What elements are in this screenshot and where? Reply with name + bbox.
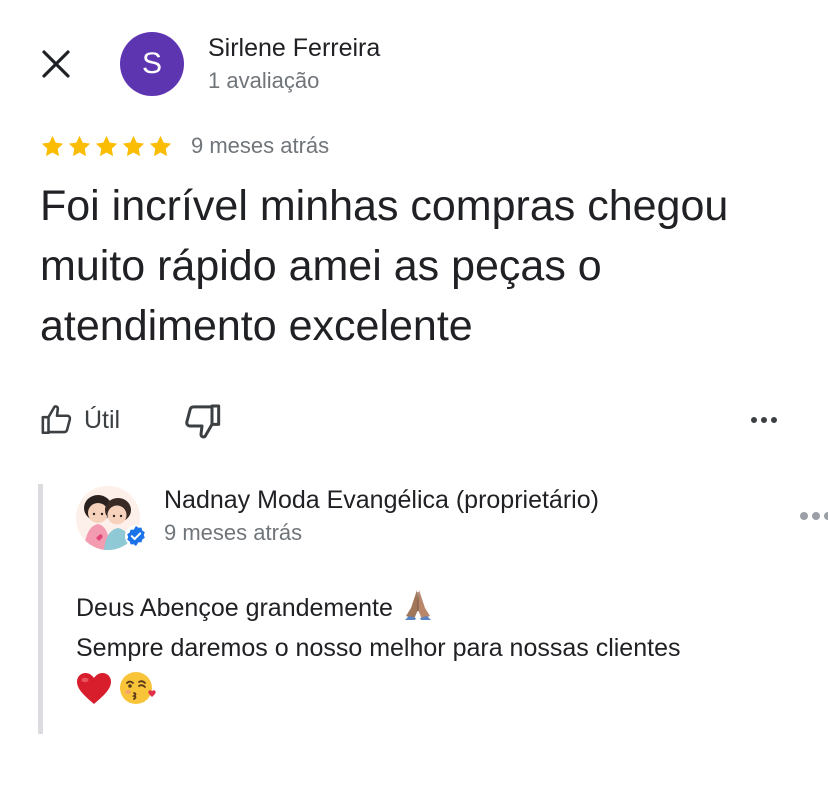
close-icon (42, 50, 70, 78)
useful-button[interactable]: Útil (40, 398, 120, 442)
reviewer-name[interactable]: Sirlene Ferreira (208, 34, 380, 63)
owner-reply-time: 9 meses atrás (164, 520, 303, 545)
star-icon (122, 135, 145, 156)
star-rating (40, 134, 173, 159)
thumb-down-icon (185, 404, 221, 439)
reply-divider (38, 484, 43, 734)
close-button[interactable] (36, 44, 76, 84)
reply-line-1-text: Deus Abençoe grandemente (76, 594, 393, 622)
review-card: S Sirlene Ferreira 1 avaliação 9 meses a… (0, 0, 828, 792)
thumb-up-icon (41, 405, 72, 435)
more-options-button[interactable] (744, 404, 784, 436)
reply-line-1: Deus Abençoe grandemente (76, 586, 816, 628)
verified-badge-icon (124, 524, 148, 548)
owner-name[interactable]: Nadnay Moda Evangélica (proprietário) (164, 486, 599, 515)
review-text: Foi incrível minhas compras chegou muito… (40, 182, 729, 350)
red-heart-emoji (77, 673, 111, 704)
reply-line-3 (76, 670, 816, 712)
star-icon (68, 135, 91, 156)
folded-hands-emoji (404, 590, 431, 620)
useful-label: Útil (84, 405, 121, 434)
owner-reply-text: Deus Abençoe grandemente Sempre daremos … (76, 586, 816, 712)
more-horizontal-icon (800, 512, 828, 520)
rating-row: 9 meses atrás (40, 130, 329, 162)
reviewer-review-count: 1 avaliação (208, 68, 320, 93)
dislike-button[interactable] (182, 401, 222, 441)
reply-more-options-button[interactable] (796, 506, 828, 526)
star-icon (41, 135, 64, 156)
star-icon (95, 135, 118, 156)
star-icon (149, 135, 172, 156)
more-horizontal-icon (751, 417, 777, 423)
review-time: 9 meses atrás (191, 133, 330, 158)
reviewer-avatar[interactable]: S (120, 32, 184, 96)
face-blowing-kiss-emoji (119, 672, 156, 704)
reply-line-2: Sempre daremos o nosso melhor para nossa… (76, 634, 681, 662)
